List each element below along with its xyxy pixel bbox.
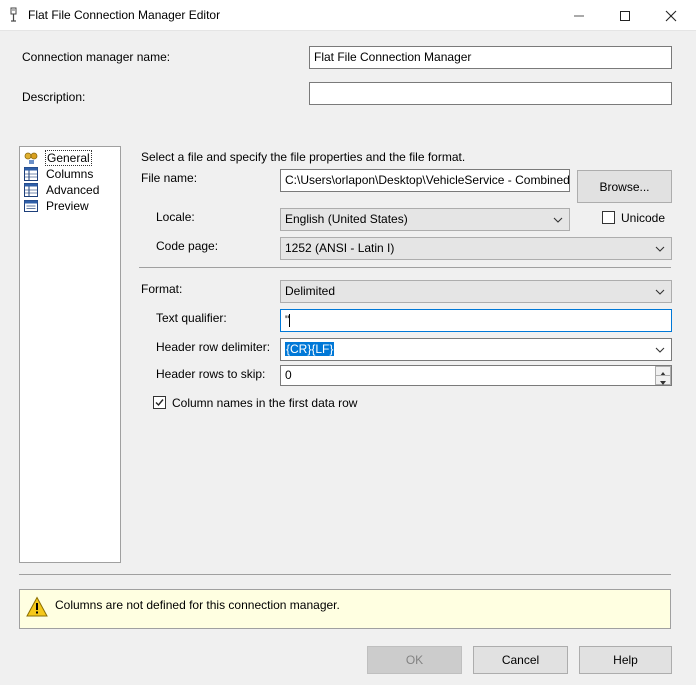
connection-name-input[interactable]: Flat File Connection Manager: [309, 46, 672, 69]
locale-select[interactable]: English (United States): [280, 208, 570, 231]
sidebar-item-preview[interactable]: Preview: [24, 198, 90, 214]
text-qualifier-label: Text qualifier:: [156, 311, 227, 325]
header-row-delimiter-select[interactable]: {CR}{LF}: [280, 338, 672, 361]
header-rows-skip-value: 0: [285, 368, 292, 382]
locale-value: English (United States): [285, 212, 408, 226]
description-input[interactable]: [309, 82, 672, 105]
code-page-label: Code page:: [156, 239, 219, 253]
intro-text: Select a file and specify the file prope…: [141, 150, 466, 164]
chevron-down-icon: [653, 283, 667, 301]
chevron-down-icon: [653, 240, 667, 258]
help-button[interactable]: Help: [579, 646, 672, 674]
advanced-icon: [24, 183, 38, 197]
header-rows-skip-label: Header rows to skip:: [156, 367, 266, 381]
warning-panel: Columns are not defined for this connect…: [19, 589, 671, 629]
column-names-checkbox[interactable]: [153, 396, 166, 409]
sidebar-item-label: Advanced: [46, 183, 100, 197]
connection-manager-icon: [8, 7, 22, 23]
header-row-delimiter-label: Header row delimiter:: [156, 340, 271, 354]
warning-text: Columns are not defined for this connect…: [55, 598, 340, 612]
columns-icon: [24, 167, 38, 181]
sidebar-item-label: Preview: [46, 199, 89, 213]
header-row-delimiter-value: {CR}{LF}: [285, 342, 335, 356]
chevron-down-icon: [551, 211, 565, 229]
close-button[interactable]: [648, 0, 694, 31]
title-bar: Flat File Connection Manager Editor: [0, 0, 696, 31]
file-name-input[interactable]: C:\Users\orlapon\Desktop\VehicleService …: [280, 169, 570, 192]
preview-icon: [24, 199, 38, 213]
minimize-button[interactable]: [556, 0, 602, 31]
column-names-label: Column names in the first data row: [172, 396, 358, 410]
description-label: Description:: [22, 90, 86, 104]
warning-icon: [26, 596, 48, 618]
browse-button[interactable]: Browse...: [577, 170, 672, 203]
format-value: Delimited: [285, 284, 336, 298]
stepper-down-button[interactable]: [655, 375, 671, 385]
sidebar-item-general[interactable]: General: [24, 150, 92, 166]
sidebar-item-columns[interactable]: Columns: [24, 166, 94, 182]
text-cursor: [289, 314, 291, 328]
footer-divider: [19, 574, 671, 575]
format-select[interactable]: Delimited: [280, 280, 672, 303]
text-qualifier-input[interactable]: ": [280, 309, 672, 332]
general-icon: [24, 151, 38, 165]
sidebar-item-label: General: [45, 150, 92, 166]
checkmark-icon: [155, 399, 164, 407]
sidebar-item-label: Columns: [46, 167, 94, 181]
ok-button[interactable]: OK: [367, 646, 462, 674]
connection-name-label: Connection manager name:: [22, 50, 171, 64]
unicode-label: Unicode: [621, 211, 666, 225]
sidebar-item-advanced[interactable]: Advanced: [24, 182, 100, 198]
chevron-down-icon: [653, 341, 667, 359]
file-name-label: File name:: [141, 171, 198, 185]
window-title: Flat File Connection Manager Editor: [28, 8, 221, 22]
unicode-checkbox[interactable]: [602, 211, 615, 224]
page-navigation: General Columns Advanced Preview: [19, 146, 121, 563]
section-divider: [139, 267, 671, 268]
code-page-select[interactable]: 1252 (ANSI - Latin I): [280, 237, 672, 260]
code-page-value: 1252 (ANSI - Latin I): [285, 241, 395, 255]
header-rows-skip-stepper[interactable]: 0: [280, 365, 672, 386]
format-label: Format:: [141, 282, 183, 296]
maximize-button[interactable]: [602, 0, 648, 31]
cancel-button[interactable]: Cancel: [473, 646, 568, 674]
locale-label: Locale:: [156, 210, 195, 224]
